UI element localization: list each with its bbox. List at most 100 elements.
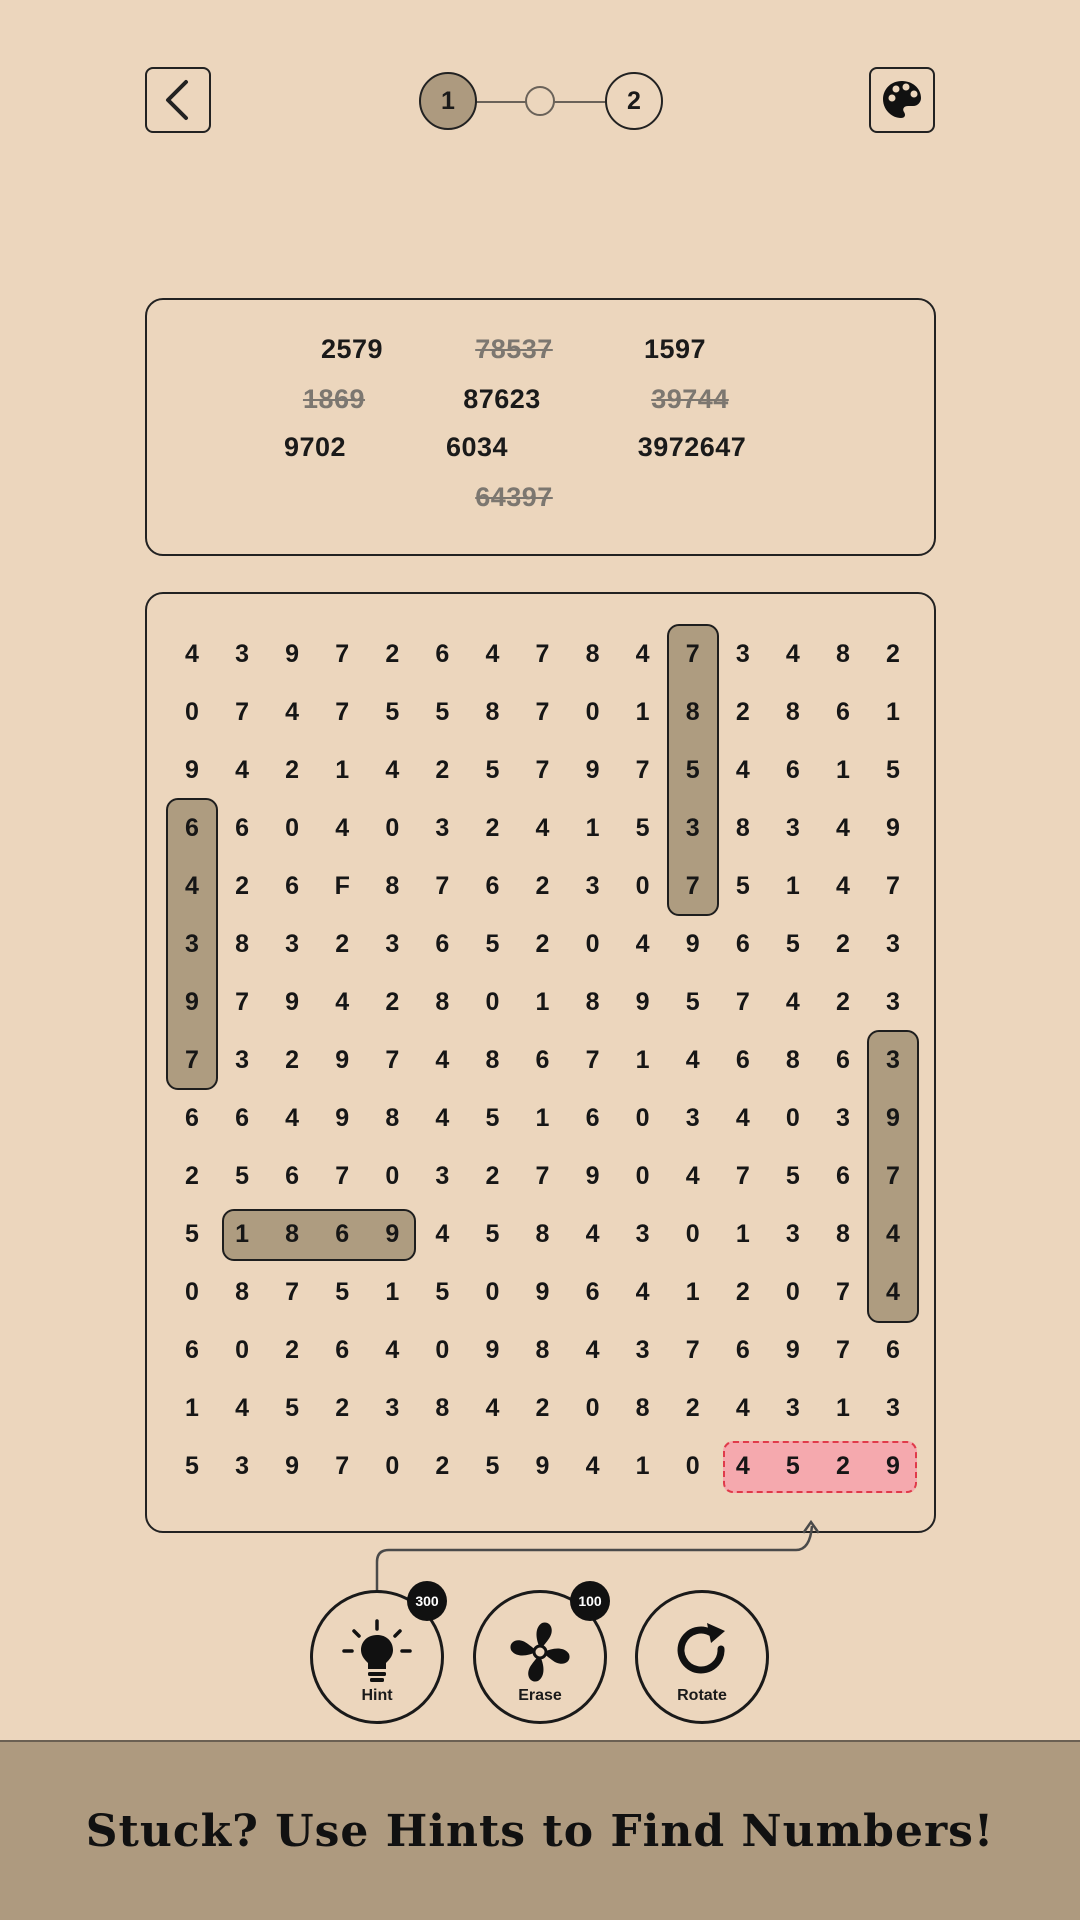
grid-cell[interactable]: 3: [868, 982, 918, 1022]
grid-cell[interactable]: 3: [217, 1447, 267, 1487]
grid-cell[interactable]: 9: [317, 1099, 367, 1139]
grid-cell[interactable]: 3: [868, 1389, 918, 1429]
grid-cell[interactable]: 5: [417, 692, 467, 732]
grid-cell[interactable]: 9: [267, 634, 317, 674]
grid-cell[interactable]: 5: [768, 1157, 818, 1197]
grid-cell[interactable]: 9: [568, 1157, 618, 1197]
grid-cell[interactable]: 0: [568, 692, 618, 732]
grid-cell[interactable]: 4: [868, 1215, 918, 1255]
grid-cell[interactable]: 0: [267, 808, 317, 848]
grid-cell[interactable]: 6: [517, 1040, 567, 1080]
grid-cell[interactable]: 6: [167, 808, 217, 848]
grid-cell[interactable]: 4: [618, 924, 668, 964]
grid-cell[interactable]: 4: [618, 634, 668, 674]
grid-cell[interactable]: 4: [467, 634, 517, 674]
grid-cell[interactable]: 4: [668, 1040, 718, 1080]
grid-cell[interactable]: 8: [467, 692, 517, 732]
grid-cell[interactable]: 2: [317, 1389, 367, 1429]
grid-cell[interactable]: 1: [618, 1447, 668, 1487]
grid-cell[interactable]: 6: [267, 866, 317, 906]
grid-cell[interactable]: 0: [618, 1157, 668, 1197]
grid-cell[interactable]: 8: [818, 1215, 868, 1255]
grid-cell[interactable]: 8: [217, 1273, 267, 1313]
grid-cell[interactable]: 3: [768, 1215, 818, 1255]
grid-cell[interactable]: 8: [367, 1099, 417, 1139]
grid-cell[interactable]: 5: [167, 1447, 217, 1487]
back-button[interactable]: [145, 67, 211, 133]
grid-cell[interactable]: 8: [818, 634, 868, 674]
grid-cell[interactable]: 4: [367, 750, 417, 790]
grid-cell[interactable]: 0: [467, 1273, 517, 1313]
grid-cell[interactable]: 8: [417, 982, 467, 1022]
grid-cell[interactable]: 4: [367, 1331, 417, 1371]
grid-cell[interactable]: 1: [718, 1215, 768, 1255]
grid-cell[interactable]: 1: [618, 692, 668, 732]
grid-cell[interactable]: 0: [568, 1389, 618, 1429]
grid-cell[interactable]: 2: [267, 750, 317, 790]
grid-cell[interactable]: 7: [367, 1040, 417, 1080]
grid-cell[interactable]: 8: [267, 1215, 317, 1255]
rotate-button[interactable]: Rotate: [635, 1590, 769, 1724]
grid-cell[interactable]: 6: [417, 924, 467, 964]
grid-cell[interactable]: 7: [868, 866, 918, 906]
grid-cell[interactable]: 9: [868, 808, 918, 848]
grid-cell[interactable]: 4: [167, 866, 217, 906]
erase-button[interactable]: 100 Erase: [473, 1581, 610, 1724]
grid-cell[interactable]: 2: [417, 1447, 467, 1487]
grid-cell[interactable]: 3: [267, 924, 317, 964]
grid-cell[interactable]: 9: [517, 1447, 567, 1487]
grid-cell[interactable]: 9: [868, 1099, 918, 1139]
grid-cell[interactable]: 2: [868, 634, 918, 674]
grid-cell[interactable]: 6: [868, 1331, 918, 1371]
grid-cell[interactable]: 7: [167, 1040, 217, 1080]
grid-cell[interactable]: 8: [367, 866, 417, 906]
grid-cell[interactable]: 9: [517, 1273, 567, 1313]
grid-cell[interactable]: 3: [217, 634, 267, 674]
grid-cell[interactable]: 4: [417, 1215, 467, 1255]
grid-cell[interactable]: 3: [768, 808, 818, 848]
grid-cell[interactable]: 3: [668, 808, 718, 848]
grid-cell[interactable]: 8: [618, 1389, 668, 1429]
grid-cell[interactable]: 0: [467, 982, 517, 1022]
grid-cell[interactable]: 9: [768, 1331, 818, 1371]
grid-cell[interactable]: 5: [868, 750, 918, 790]
grid-cell[interactable]: 8: [517, 1215, 567, 1255]
grid-cell[interactable]: 9: [267, 982, 317, 1022]
grid-cell[interactable]: 0: [217, 1331, 267, 1371]
grid-cell[interactable]: 6: [818, 1157, 868, 1197]
grid-cell[interactable]: 5: [467, 1215, 517, 1255]
grid-cell[interactable]: 3: [167, 924, 217, 964]
grid-cell[interactable]: 6: [818, 1040, 868, 1080]
grid-cell[interactable]: 7: [517, 750, 567, 790]
grid-cell[interactable]: 1: [818, 1389, 868, 1429]
grid-cell[interactable]: 2: [517, 924, 567, 964]
grid-cell[interactable]: 3: [217, 1040, 267, 1080]
grid-cell[interactable]: 8: [217, 924, 267, 964]
grid-cell[interactable]: 4: [868, 1273, 918, 1313]
grid-cell[interactable]: 3: [718, 634, 768, 674]
grid-cell[interactable]: 8: [467, 1040, 517, 1080]
grid-cell[interactable]: 4: [818, 866, 868, 906]
grid-cell[interactable]: 9: [868, 1447, 918, 1487]
grid-cell[interactable]: 2: [267, 1331, 317, 1371]
grid-cell[interactable]: 6: [217, 808, 267, 848]
grid-cell[interactable]: 6: [267, 1157, 317, 1197]
grid-cell[interactable]: 2: [167, 1157, 217, 1197]
grid-cell[interactable]: 3: [768, 1389, 818, 1429]
grid-cell[interactable]: 6: [568, 1273, 618, 1313]
grid-cell[interactable]: 7: [718, 1157, 768, 1197]
grid-cell[interactable]: 7: [568, 1040, 618, 1080]
grid-cell[interactable]: 6: [768, 750, 818, 790]
grid-cell[interactable]: 7: [267, 1273, 317, 1313]
grid-cell[interactable]: 6: [718, 1331, 768, 1371]
grid-cell[interactable]: 4: [668, 1157, 718, 1197]
grid-cell[interactable]: 9: [467, 1331, 517, 1371]
grid-cell[interactable]: 8: [768, 692, 818, 732]
grid-cell[interactable]: 0: [367, 1157, 417, 1197]
grid-cell[interactable]: 7: [818, 1331, 868, 1371]
grid-cell[interactable]: 5: [718, 866, 768, 906]
grid-cell[interactable]: 7: [668, 634, 718, 674]
grid-cell[interactable]: 4: [568, 1331, 618, 1371]
grid-cell[interactable]: 5: [618, 808, 668, 848]
grid-cell[interactable]: 2: [317, 924, 367, 964]
